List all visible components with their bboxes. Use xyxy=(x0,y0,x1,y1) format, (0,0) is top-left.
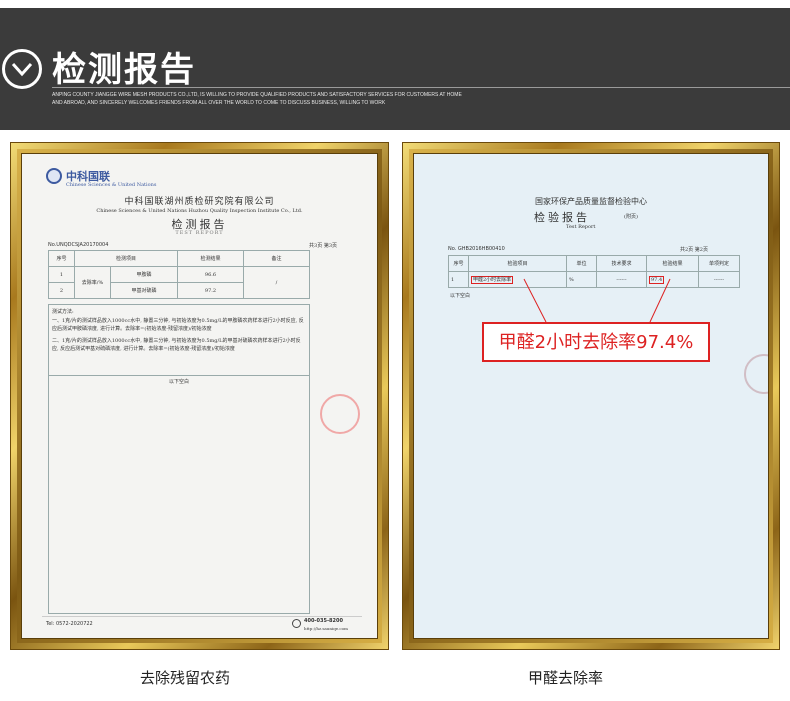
col-header: 检测结果 xyxy=(177,250,244,267)
blank-marker: 以下空白 xyxy=(49,375,309,385)
header-subtitle: ANPING COUNTY JIANGGE WIRE MESH PRODUCTS… xyxy=(52,91,472,107)
row-result: 97.2 xyxy=(177,282,244,299)
method-title: 测试方法: xyxy=(52,309,74,315)
row-note: / xyxy=(243,266,310,299)
right-certificate-frame: 国家环保产品质量监督检验中心 检验报告 (附页) Test Report No.… xyxy=(402,142,780,650)
page: 检测报告 ANPING COUNTY JIANGGE WIRE MESH PRO… xyxy=(0,0,790,701)
phone-icon xyxy=(292,619,301,628)
table-row: 1 去除率/% 甲胺磷 96.6 / xyxy=(48,266,310,299)
institute-name: 中科国联湖州质检研究院有限公司 xyxy=(124,197,275,207)
subtitle-line-2: AND ABROAD, AND SINCERELY WELCOMES FRIEN… xyxy=(52,100,386,106)
footer-bar: Tel: 0572-2020722 400-035-8200 http://hz… xyxy=(42,616,362,632)
callout-pointers xyxy=(523,278,671,323)
red-stamp xyxy=(320,394,360,434)
header-banner: 检测报告 ANPING COUNTY JIANGGE WIRE MESH PRO… xyxy=(0,8,790,130)
footer-hotline: 400-035-8200 xyxy=(304,618,343,624)
callout-box: 甲醛2小时去除率97.4% xyxy=(482,322,710,362)
row-item: 甲基对硫磷 xyxy=(110,282,178,299)
col-header: 序号 xyxy=(48,250,75,267)
left-certificate-frame: 中科国联 Chinese Sciences & United Nations 中… xyxy=(10,142,389,650)
method-2: 二、1克/片的测试样品放入1000cc水中, 静置三分钟, 与初始浓度为0.5m… xyxy=(52,338,301,352)
logo-subtext: Chinese Sciences & United Nations xyxy=(66,182,157,188)
report-number: No.UNQDCSJA20170004 xyxy=(48,242,109,248)
caption-left: 去除残留农药 xyxy=(140,669,231,687)
col-header: 备注 xyxy=(243,250,310,267)
institute-name-en: Chinese Sciences & United Nations Huzhou… xyxy=(96,208,303,214)
row-item: 甲胺磷 xyxy=(110,266,178,283)
method-box: 测试方法: 一、1克/片的测试样品放入1000cc水中, 静置三分钟, 与初始浓… xyxy=(48,304,310,614)
footer-tel: Tel: 0572-2020722 xyxy=(46,621,93,627)
row-no: 2 xyxy=(48,282,75,299)
row-no: 1 xyxy=(48,266,75,283)
row-group: 去除率/% xyxy=(74,266,111,299)
col-header: 检测项目 xyxy=(74,250,178,267)
report-title-en: TEST REPORT xyxy=(175,230,224,236)
method-1: 一、1克/片的测试样品放入1000cc水中, 静置三分钟, 与初始浓度为0.5m… xyxy=(52,318,304,332)
caption-right: 甲醛去除率 xyxy=(528,669,604,687)
title-divider xyxy=(52,87,790,88)
left-report-document: 中科国联 Chinese Sciences & United Nations 中… xyxy=(21,153,378,639)
subtitle-line-1: ANPING COUNTY JIANGGE WIRE MESH PRODUCTS… xyxy=(52,92,462,98)
table-header-row: 序号 检测项目 检测结果 备注 xyxy=(48,250,310,267)
page-info: 共3页 第3页 xyxy=(309,243,337,249)
right-report-document: 国家环保产品质量监督检验中心 检验报告 (附页) Test Report No.… xyxy=(413,153,769,639)
chevron-down-icon xyxy=(2,49,42,89)
left-result-table: 序号 检测项目 检测结果 备注 1 去除率/% 甲胺磷 96.6 / 2 甲基对… xyxy=(48,250,310,299)
institute-logo-icon xyxy=(46,168,62,184)
row-result: 96.6 xyxy=(177,266,244,283)
footer-website: http://hz.sauniqe.com xyxy=(304,626,348,631)
page-title: 检测报告 xyxy=(52,50,196,90)
